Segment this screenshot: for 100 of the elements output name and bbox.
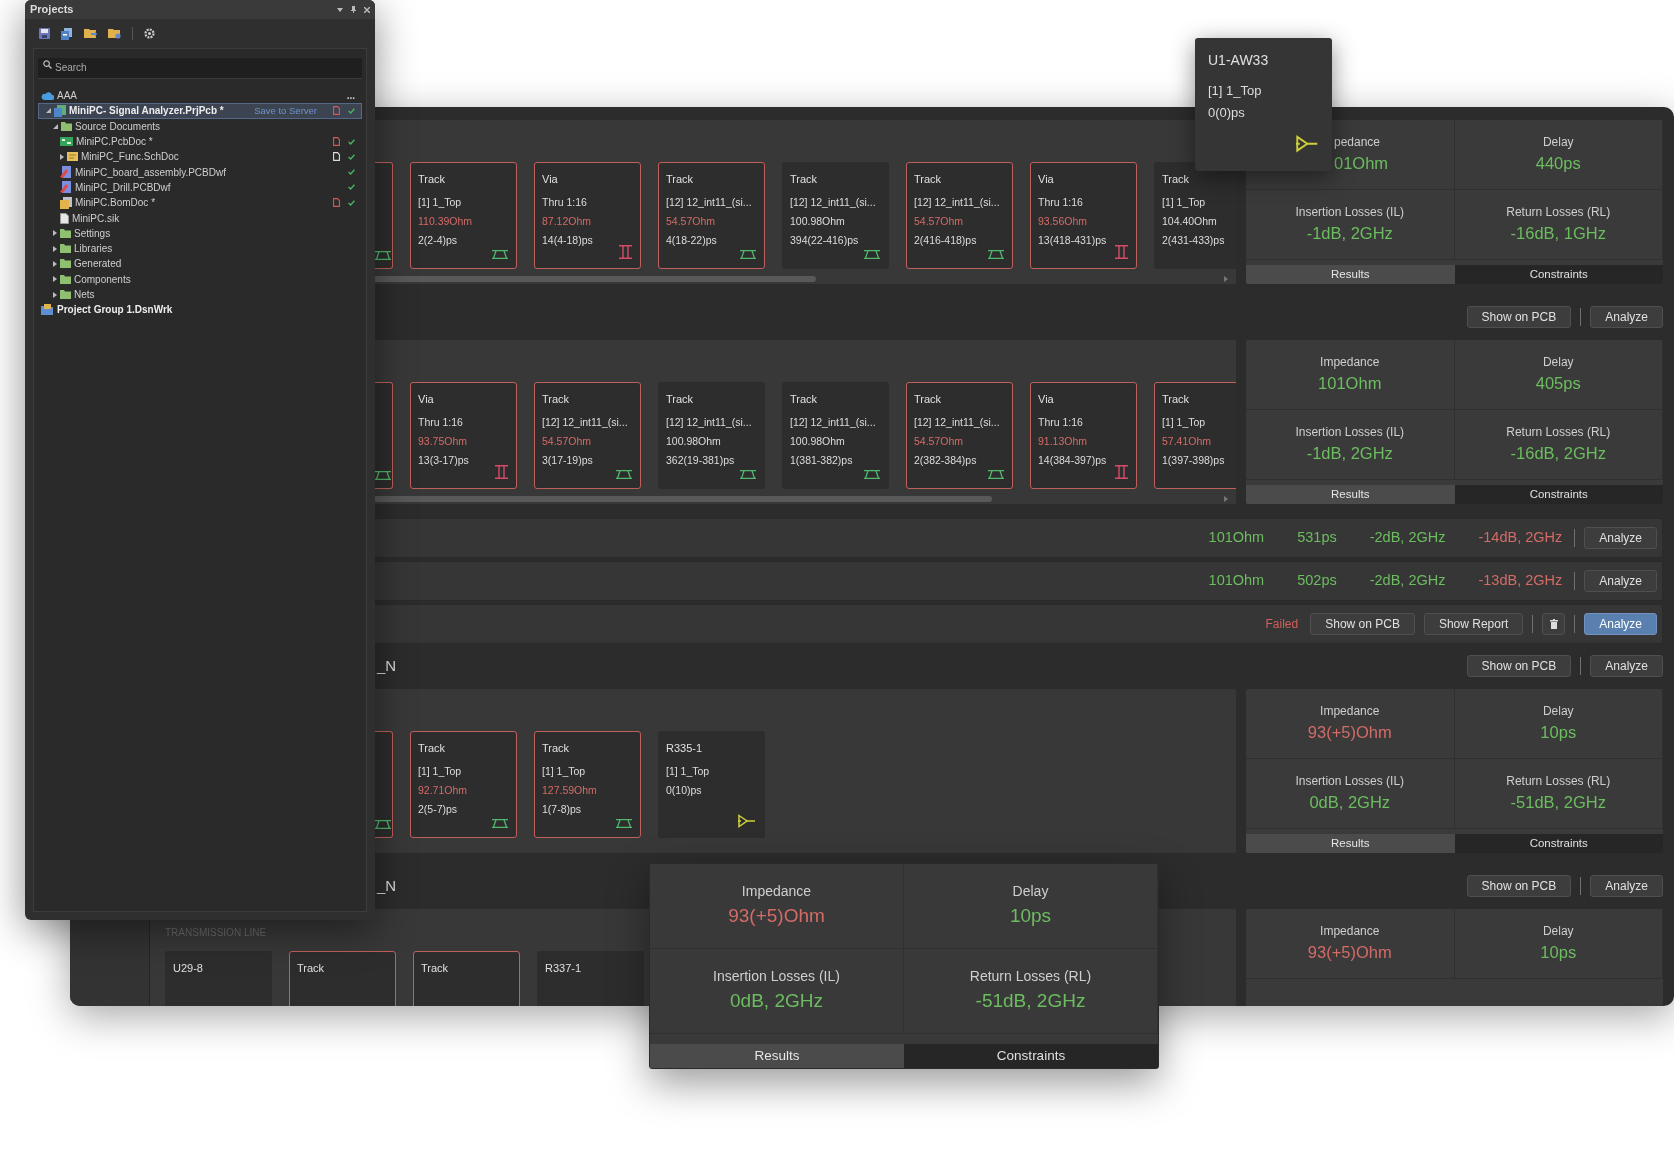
metric-label: Delay (1542, 703, 1574, 721)
impedance-text: 54.57Ohm (542, 434, 593, 449)
metric-value: 0dB, 2GHz (730, 989, 823, 1014)
action-button[interactable]: Analyze (1584, 570, 1657, 592)
document-stack-icon[interactable] (61, 27, 73, 40)
segment-card[interactable] (375, 162, 393, 269)
metric-label: Return Losses (RL) (969, 967, 1092, 987)
tree-item[interactable]: MiniPC_board_assembly.PCBDwf (38, 164, 362, 180)
scroll-right-icon[interactable] (1224, 496, 1228, 502)
impedance-text: 87.12Ohm (542, 214, 593, 229)
action-button[interactable]: Analyze (1590, 875, 1663, 897)
tree-item[interactable]: Source Documents (38, 118, 362, 134)
folder-icon (60, 244, 71, 254)
metric-value: -1dB, 2GHz (1306, 443, 1393, 465)
dropdown-icon[interactable] (337, 7, 343, 12)
metric-label: Return Losses (RL) (1506, 773, 1611, 791)
expanded-arrow-icon[interactable] (53, 123, 58, 129)
tree-item[interactable]: MiniPC_Func.SchDoc (38, 149, 362, 165)
results-tab[interactable]: Constraints (1454, 834, 1663, 853)
layer-text: [12] 12_int11_(si... (914, 415, 1001, 430)
delete-button[interactable] (1542, 613, 1566, 635)
tree-item[interactable]: MiniPC.PcbDoc * (38, 133, 362, 150)
action-button[interactable]: Show on PCB (1466, 875, 1572, 897)
results-tab[interactable]: Constraints (1454, 265, 1663, 284)
segment-card[interactable] (375, 731, 393, 838)
segment-card[interactable]: Track [1] 1_Top 110.39Ohm 2(2-4)ps (410, 162, 517, 269)
segment-card[interactable]: Track [1] 1_Top 92.71Ohm 2(5-7)ps (410, 731, 517, 838)
trapezoid-icon (375, 251, 391, 260)
collapsed-arrow-icon[interactable] (53, 245, 57, 252)
segment-card[interactable]: R337-1 (537, 951, 644, 1006)
layer-text: [12] 12_int11_(si... (790, 195, 877, 210)
tree-item[interactable]: Project Group 1.DsnWrk (38, 302, 362, 318)
segment-card[interactable]: Track [12] 12_int11_(si... 54.57Ohm 4(18-22)ps (658, 162, 765, 269)
segment-card[interactable]: Track [1] 1_Top 57.41Ohm 1(397-398)ps (1154, 382, 1236, 489)
action-button[interactable]: Analyze (1590, 306, 1663, 328)
action-button[interactable]: Show on PCB (1310, 613, 1415, 635)
scrollbar-thumb[interactable] (375, 496, 992, 502)
pin-icon[interactable] (351, 6, 356, 13)
metric-value: 405ps (1535, 373, 1581, 395)
action-button[interactable]: Analyze (1590, 655, 1663, 677)
tree-item[interactable]: Libraries (38, 240, 362, 257)
action-button[interactable]: Show on PCB (1466, 306, 1572, 328)
expanded-arrow-icon[interactable] (46, 108, 51, 114)
folder-icon[interactable] (84, 28, 97, 39)
segment-card[interactable]: Track (289, 951, 396, 1006)
results-tab[interactable]: Results (650, 1044, 904, 1068)
tree-item[interactable]: AAA ... (38, 88, 362, 104)
more-options[interactable]: ... (346, 90, 355, 101)
segment-card[interactable]: Track [12] 12_int11_(si... 54.57Ohm 2(382-384)ps (906, 382, 1013, 489)
action-button[interactable]: Analyze (1584, 527, 1657, 549)
metric-label: Delay (1542, 354, 1574, 372)
segment-card[interactable]: R335-1 [1] 1_Top 0(10)ps (658, 731, 765, 838)
metric-value: 01Ohm (1334, 153, 1389, 175)
search-icon (43, 59, 52, 69)
action-button[interactable]: Analyze (1584, 613, 1657, 635)
segment-card[interactable]: Via Thru 1:16 87.12Ohm 14(4-18)ps (534, 162, 641, 269)
collapsed-arrow-icon[interactable] (53, 230, 57, 237)
segment-card[interactable]: Track [1] 1_Top 104.40Ohm 2(431-433)ps (1154, 162, 1236, 269)
results-tab[interactable]: Constraints (904, 1044, 1158, 1068)
tree-item[interactable]: Generated (38, 256, 362, 272)
metric-value: 0dB, 2GHz (1309, 792, 1391, 814)
results-tab[interactable]: Results (1246, 834, 1455, 853)
action-button[interactable]: Show Report (1423, 613, 1524, 635)
action-button[interactable]: Show on PCB (1466, 655, 1572, 677)
close-icon[interactable] (364, 6, 370, 13)
results-tab[interactable]: Constraints (1454, 485, 1663, 504)
scrollbar-thumb[interactable] (375, 276, 816, 282)
tree-item[interactable]: MiniPC_Drill.PCBDwf (38, 179, 362, 196)
segment-card[interactable]: Track (413, 951, 520, 1006)
tree-item[interactable]: MiniPC.sik (38, 210, 362, 226)
tree-item[interactable]: MiniPC.BomDoc * (38, 195, 362, 211)
collapsed-arrow-icon[interactable] (60, 153, 64, 160)
save-icon[interactable] (39, 28, 50, 39)
collapsed-arrow-icon[interactable] (53, 276, 57, 283)
metric-label: Return Losses (RL) (1506, 424, 1611, 442)
segment-card[interactable]: Track [1] 1_Top 127.59Ohm 1(7-8)ps (534, 731, 641, 838)
segment-card[interactable]: Via Thru 1:16 93.75Ohm 13(3-17)ps (410, 382, 517, 489)
segment-card[interactable]: U29-8 (165, 951, 272, 1006)
tree-item[interactable]: Nets (38, 286, 362, 303)
results-tab[interactable]: Results (1246, 265, 1455, 284)
tree-item[interactable]: MiniPC- Signal Analyzer.PrjPcb * Save to Server (38, 103, 362, 119)
segment-card[interactable]: Track [12] 12_int11_(si... 100.98Ohm 1(381-382)ps (782, 382, 889, 489)
segment-card[interactable]: Via Thru 1:16 91.13Ohm 14(384-397)ps (1030, 382, 1137, 489)
segment-card[interactable]: Via Thru 1:16 93.56Ohm 13(418-431)ps (1030, 162, 1137, 269)
segment-card[interactable]: Track [12] 12_int11_(si... 54.57Ohm 3(17-19)ps (534, 382, 641, 489)
tree-item[interactable]: Settings (38, 225, 362, 241)
search-field[interactable]: Search (38, 57, 362, 78)
segment-card[interactable]: Track [12] 12_int11_(si... 100.98Ohm 394(22-416)ps (782, 162, 889, 269)
results-tab[interactable]: Results (1246, 485, 1455, 504)
settings-icon[interactable] (144, 28, 155, 39)
segment-card[interactable] (375, 382, 393, 489)
card-title: Track (914, 392, 943, 407)
segment-card[interactable]: Track [12] 12_int11_(si... 100.98Ohm 362(19-381)ps (658, 382, 765, 489)
segment-card[interactable]: Track [12] 12_int11_(si... 54.57Ohm 2(416-418)ps (906, 162, 1013, 269)
tree-item[interactable]: Components (38, 271, 362, 287)
metric-label: Insertion Losses (IL) (1295, 424, 1405, 442)
collapsed-arrow-icon[interactable] (53, 260, 57, 267)
collapsed-arrow-icon[interactable] (53, 291, 57, 298)
scroll-right-icon[interactable] (1224, 276, 1228, 282)
folder-icon[interactable] (108, 28, 121, 39)
